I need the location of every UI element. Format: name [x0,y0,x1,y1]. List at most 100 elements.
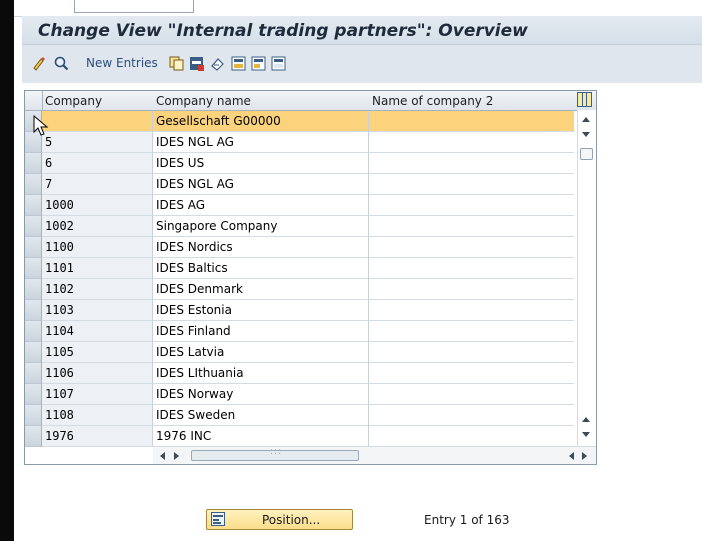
table-row[interactable]: 1108 IDES Sweden [25,405,596,426]
scroll-right-icon[interactable] [582,452,587,460]
company-cell[interactable]: 1105 [42,342,153,363]
company-name-cell[interactable]: IDES Latvia [153,342,369,363]
company-name-2-cell[interactable] [369,363,574,384]
delete-icon[interactable] [189,56,204,71]
table-row[interactable]: 1000 IDES AG [25,195,596,216]
table-row[interactable]: 1107 IDES Norway [25,384,596,405]
row-selector[interactable] [25,363,42,384]
company-cell[interactable]: 1107 [42,384,153,405]
row-selector[interactable] [25,237,42,258]
select-all-icon[interactable] [231,56,246,71]
horizontal-scrollbar[interactable]: ::: [153,446,596,464]
company-name-cell[interactable]: Gesellschaft G00000 [153,111,369,132]
company-name-cell[interactable]: IDES NGL AG [153,132,369,153]
row-selector[interactable] [25,300,42,321]
company-name-cell[interactable]: Singapore Company [153,216,369,237]
row-selector[interactable] [25,405,42,426]
scroll-left-icon[interactable] [569,452,574,460]
company-name-cell[interactable]: IDES AG [153,195,369,216]
company-cell[interactable]: 1000 [42,195,153,216]
company-cell[interactable]: 5 [42,132,153,153]
scroll-up-icon[interactable] [582,417,590,422]
table-row[interactable]: 1106 IDES LIthuania [25,363,596,384]
table-row[interactable]: 1101 IDES Baltics [25,258,596,279]
row-selector[interactable] [25,342,42,363]
company-name-2-cell[interactable] [369,342,574,363]
table-row[interactable]: 1976 1976 INC [25,426,596,447]
table-row[interactable]: 6 IDES US [25,153,596,174]
column-header-company-name[interactable]: Company name [156,94,251,108]
company-name-2-cell[interactable] [369,384,574,405]
column-header-name-of-company-2[interactable]: Name of company 2 [372,94,493,108]
table-row[interactable]: 7 IDES NGL AG [25,174,596,195]
scroll-down-icon[interactable] [582,132,590,137]
column-header-company[interactable]: Company [45,94,102,108]
scroll-up-icon[interactable] [582,117,590,122]
select-block-icon[interactable] [251,56,266,71]
row-selector[interactable] [25,174,42,195]
find-icon[interactable] [54,56,69,71]
company-cell[interactable] [42,111,153,132]
company-name-2-cell[interactable] [369,132,574,153]
row-selector[interactable] [25,426,42,447]
row-selector[interactable] [25,153,42,174]
table-row[interactable]: 1103 IDES Estonia [25,300,596,321]
table-row[interactable]: 1100 IDES Nordics [25,237,596,258]
table-row[interactable]: 1104 IDES Finland [25,321,596,342]
position-button[interactable]: Position... [206,509,353,530]
row-selector[interactable] [25,258,42,279]
company-name-cell[interactable]: IDES LIthuania [153,363,369,384]
table-row[interactable]: 1002 Singapore Company [25,216,596,237]
company-name-cell[interactable]: IDES Denmark [153,279,369,300]
table-row[interactable]: Gesellschaft G00000 [25,111,596,132]
new-entries-button[interactable]: New Entries [86,56,158,70]
scroll-left-icon[interactable] [160,452,165,460]
company-name-cell[interactable]: IDES Sweden [153,405,369,426]
company-name-2-cell[interactable] [369,153,574,174]
table-row[interactable]: 1102 IDES Denmark [25,279,596,300]
company-cell[interactable]: 1002 [42,216,153,237]
company-name-2-cell[interactable] [369,405,574,426]
company-name-cell[interactable]: IDES Nordics [153,237,369,258]
table-row[interactable]: 5 IDES NGL AG [25,132,596,153]
undo-change-icon[interactable] [210,56,225,71]
company-cell[interactable]: 6 [42,153,153,174]
horizontal-scroll-thumb[interactable]: ::: [191,447,359,461]
select-all-rows-cell[interactable] [25,91,43,110]
vertical-scrollbar[interactable] [577,110,596,446]
company-cell[interactable]: 7 [42,174,153,195]
company-cell[interactable]: 1108 [42,405,153,426]
company-name-cell[interactable]: IDES US [153,153,369,174]
row-selector[interactable] [25,384,42,405]
company-cell[interactable]: 1104 [42,321,153,342]
row-selector[interactable] [25,321,42,342]
company-name-cell[interactable]: IDES Norway [153,384,369,405]
row-selector[interactable] [25,279,42,300]
company-name-2-cell[interactable] [369,111,574,132]
company-cell[interactable]: 1103 [42,300,153,321]
scroll-thumb[interactable] [580,148,593,160]
company-cell[interactable]: 1976 [42,426,153,447]
company-cell[interactable]: 1106 [42,363,153,384]
company-name-2-cell[interactable] [369,237,574,258]
company-name-cell[interactable]: IDES Baltics [153,258,369,279]
company-name-cell[interactable]: IDES Finland [153,321,369,342]
table-settings-icon[interactable] [577,92,592,107]
row-selector[interactable] [25,195,42,216]
row-selector[interactable] [25,216,42,237]
company-cell[interactable]: 1101 [42,258,153,279]
table-row[interactable]: 1105 IDES Latvia [25,342,596,363]
company-name-2-cell[interactable] [369,216,574,237]
company-name-2-cell[interactable] [369,195,574,216]
company-name-cell[interactable]: 1976 INC [153,426,369,447]
company-name-2-cell[interactable] [369,426,574,447]
scroll-right-icon[interactable] [174,452,179,460]
company-name-cell[interactable]: IDES Estonia [153,300,369,321]
company-name-2-cell[interactable] [369,279,574,300]
company-name-2-cell[interactable] [369,300,574,321]
copy-as-icon[interactable] [169,56,184,71]
scroll-down-icon[interactable] [582,432,590,437]
command-field[interactable] [74,0,194,13]
company-name-cell[interactable]: IDES NGL AG [153,174,369,195]
company-cell[interactable]: 1102 [42,279,153,300]
